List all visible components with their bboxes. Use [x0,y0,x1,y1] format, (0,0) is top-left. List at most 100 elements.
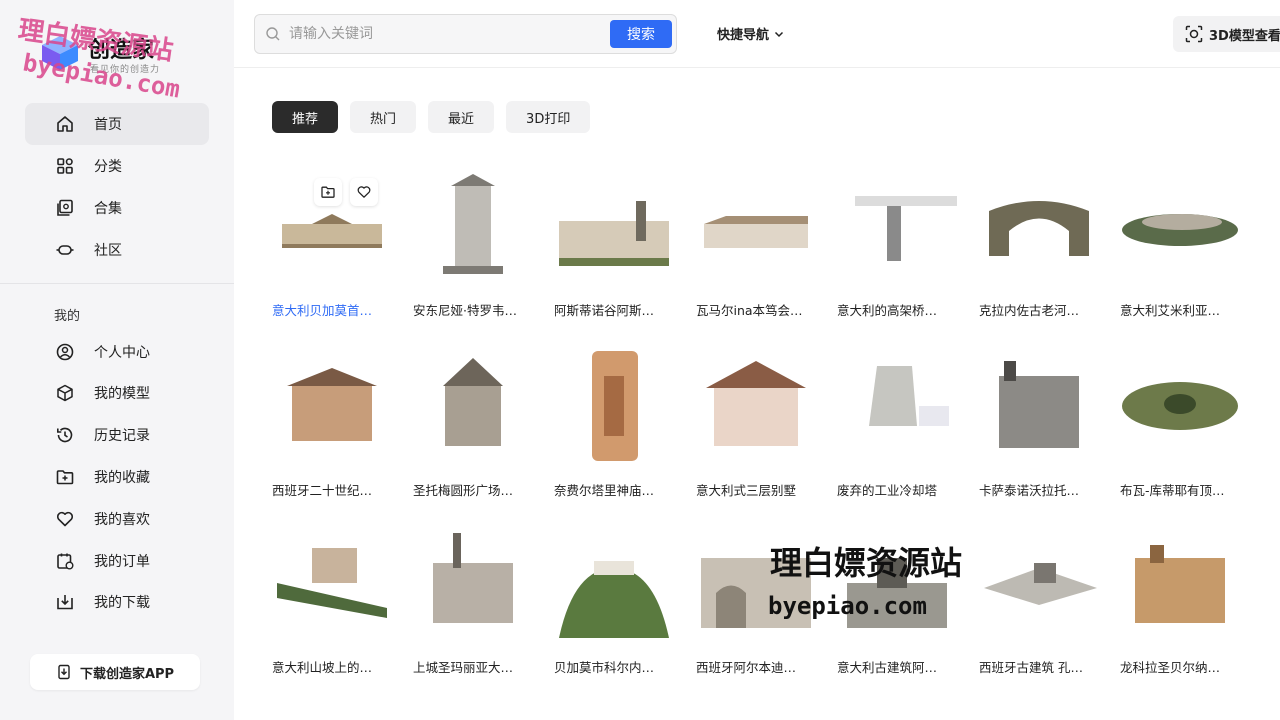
user-icon [55,342,75,362]
search-input[interactable] [289,23,589,45]
model-title[interactable]: 龙科拉圣贝尔纳… [1120,657,1240,676]
sidebar-item-order[interactable]: 我的订单 [25,540,209,582]
model-card[interactable]: 西班牙二十世纪… [272,346,392,499]
cube-icon [55,383,75,403]
sidebar-item-community[interactable]: 社区 [25,229,209,271]
model-card[interactable]: 西班牙阿尔本迪… [696,523,816,676]
model-thumbnail[interactable] [272,166,392,286]
model-thumbnail[interactable] [696,523,816,643]
add-to-folder-button[interactable] [314,178,342,206]
model-thumbnail[interactable] [413,346,533,466]
model-thumbnail[interactable] [1120,523,1240,643]
model-thumbnail[interactable] [554,346,674,466]
sidebar-item-grid[interactable]: 分类 [25,145,209,187]
model-thumbnail[interactable] [272,523,392,643]
top-bar: 搜索 快捷导航 3D模型查看 [234,0,1280,68]
model-card[interactable]: 意大利古建筑阿… [837,523,957,676]
model-card[interactable]: 意大利贝加莫首… [272,166,392,319]
model-viewer-button[interactable]: 3D模型查看 [1173,16,1280,52]
history-icon [55,425,75,445]
model-title[interactable]: 意大利的高架桥… [837,300,957,319]
card-toolbar [314,178,386,206]
model-card[interactable]: 废弃的工业冷却塔 [837,346,957,499]
model-title[interactable]: 圣托梅圆形广场… [413,480,533,499]
brand-name: 创造家 [88,38,155,63]
model-title[interactable]: 阿斯蒂诺谷阿斯… [554,300,674,319]
tab-1[interactable]: 热门 [350,101,417,133]
home-icon [55,114,75,134]
tab-2[interactable]: 最近 [428,101,495,133]
model-title[interactable]: 意大利山坡上的… [272,657,392,676]
model-card[interactable]: 贝加莫市科尔内… [554,523,674,676]
sidebar-item-history[interactable]: 历史记录 [25,414,209,456]
model-title[interactable]: 意大利古建筑阿… [837,657,957,676]
model-thumbnail[interactable] [979,346,1099,466]
model-title[interactable]: 意大利贝加莫首… [272,300,392,319]
model-card[interactable]: 克拉内佐古老河… [979,166,1099,319]
model-card[interactable]: 上城圣玛丽亚大… [413,523,533,676]
model-card[interactable]: 龙科拉圣贝尔纳… [1120,523,1240,676]
model-title[interactable]: 克拉内佐古老河… [979,300,1099,319]
model-title[interactable]: 卡萨泰诺沃拉托… [979,480,1099,499]
model-title[interactable]: 废弃的工业冷却塔 [837,480,957,499]
model-thumbnail[interactable] [979,166,1099,286]
model-card[interactable]: 意大利艾米利亚… [1120,166,1240,319]
sidebar-item-label: 分类 [94,159,122,175]
model-card[interactable]: 卡萨泰诺沃拉托… [979,346,1099,499]
sidebar-item-home[interactable]: 首页 [25,103,209,145]
model-card[interactable]: 意大利山坡上的… [272,523,392,676]
model-thumbnail[interactable] [554,166,674,286]
chevron-down-icon [774,31,784,37]
sidebar-item-cube[interactable]: 我的模型 [25,372,209,414]
tab-0[interactable]: 推荐 [272,101,339,133]
model-title[interactable]: 西班牙古建筑 孔… [979,657,1099,676]
search-button[interactable]: 搜索 [610,20,672,48]
folder-icon [55,467,75,487]
sidebar-item-label: 我的喜欢 [94,512,150,528]
model-thumbnail[interactable] [272,346,392,466]
model-title[interactable]: 西班牙阿尔本迪… [696,657,816,676]
sidebar-item-label: 合集 [94,201,122,217]
model-title[interactable]: 奈费尔塔里神庙… [554,480,674,499]
download-icon [55,592,75,612]
model-card[interactable]: 圣托梅圆形广场… [413,346,533,499]
model-title[interactable]: 布瓦-库蒂耶有顶… [1120,480,1240,499]
model-thumbnail[interactable] [837,523,957,643]
model-thumbnail[interactable] [837,346,957,466]
model-card[interactable]: 阿斯蒂诺谷阿斯… [554,166,674,319]
model-card[interactable]: 意大利式三层别墅 [696,346,816,499]
model-title[interactable]: 瓦马尔ina本笃会… [696,300,816,319]
model-title[interactable]: 意大利式三层别墅 [696,480,816,499]
like-button[interactable] [350,178,378,206]
model-title[interactable]: 西班牙二十世纪… [272,480,392,499]
model-title[interactable]: 上城圣玛丽亚大… [413,657,533,676]
cube-logo-icon [42,36,78,70]
model-thumbnail[interactable] [696,166,816,286]
sidebar-item-folder[interactable]: 我的收藏 [25,456,209,498]
sidebar-item-download[interactable]: 我的下载 [25,581,209,623]
sidebar-item-heart[interactable]: 我的喜欢 [25,498,209,540]
model-thumbnail[interactable] [696,346,816,466]
quick-nav-label: 快捷导航 [717,28,770,43]
model-card[interactable]: 安东尼娅·特罗韦… [413,166,533,319]
sidebar-item-user[interactable]: 个人中心 [25,331,209,373]
model-title[interactable]: 安东尼娅·特罗韦… [413,300,533,319]
model-thumbnail[interactable] [979,523,1099,643]
model-thumbnail[interactable] [1120,346,1240,466]
sidebar-item-collection[interactable]: 合集 [25,187,209,229]
quick-nav-dropdown[interactable]: 快捷导航 [717,24,785,43]
model-thumbnail[interactable] [837,166,959,286]
model-card[interactable]: 瓦马尔ina本笃会… [696,166,816,319]
model-card[interactable]: 布瓦-库蒂耶有顶… [1120,346,1240,499]
download-app-button[interactable]: 下载创造家APP [30,654,200,690]
model-thumbnail[interactable] [554,523,674,643]
model-thumbnail[interactable] [413,523,533,643]
model-thumbnail[interactable] [413,166,533,286]
model-title[interactable]: 意大利艾米利亚… [1120,300,1240,319]
model-card[interactable]: 西班牙古建筑 孔… [979,523,1099,676]
model-title[interactable]: 贝加莫市科尔内… [554,657,674,676]
model-card[interactable]: 奈费尔塔里神庙… [554,346,674,499]
tab-3[interactable]: 3D打印 [506,101,591,133]
model-thumbnail[interactable] [1120,166,1240,286]
model-card[interactable]: 意大利的高架桥… [837,166,959,319]
